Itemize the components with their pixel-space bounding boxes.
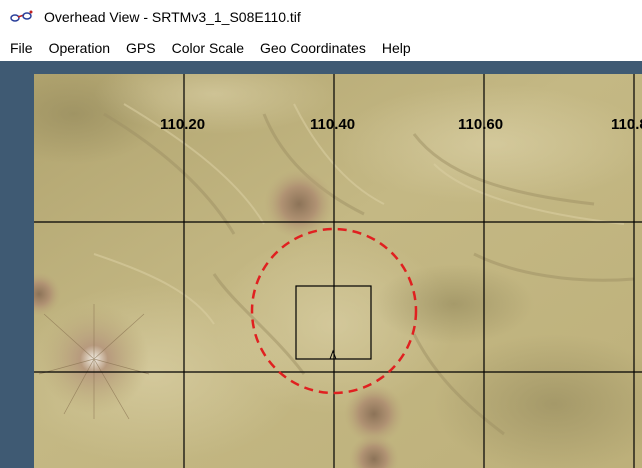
window-title: Overhead View - SRTMv3_1_S08E110.tif (44, 9, 301, 25)
menu-geo-coordinates[interactable]: Geo Coordinates (252, 40, 374, 56)
terrain-map[interactable]: 110.20 110.40 110.60 110.80 (34, 74, 642, 468)
menu-file[interactable]: File (0, 40, 41, 56)
satellite-app-icon (10, 9, 34, 25)
map-viewport: 110.20 110.40 110.60 110.80 (0, 61, 642, 468)
menu-help[interactable]: Help (374, 40, 419, 56)
volcano-south (344, 384, 404, 468)
menu-gps[interactable]: GPS (118, 40, 164, 56)
longitude-label-110-20: 110.20 (160, 116, 205, 133)
longitude-label-110-60: 110.60 (458, 116, 503, 133)
terrain-map-canvas[interactable]: 110.20 110.40 110.60 110.80 (34, 74, 642, 468)
menu-operation[interactable]: Operation (41, 40, 118, 56)
title-bar: Overhead View - SRTMv3_1_S08E110.tif (0, 0, 642, 34)
longitude-label-110-80: 110.80 (611, 116, 642, 133)
menu-color-scale[interactable]: Color Scale (164, 40, 252, 56)
menu-bar: File Operation GPS Color Scale Geo Coord… (0, 36, 642, 60)
longitude-label-110-40: 110.40 (310, 116, 355, 133)
